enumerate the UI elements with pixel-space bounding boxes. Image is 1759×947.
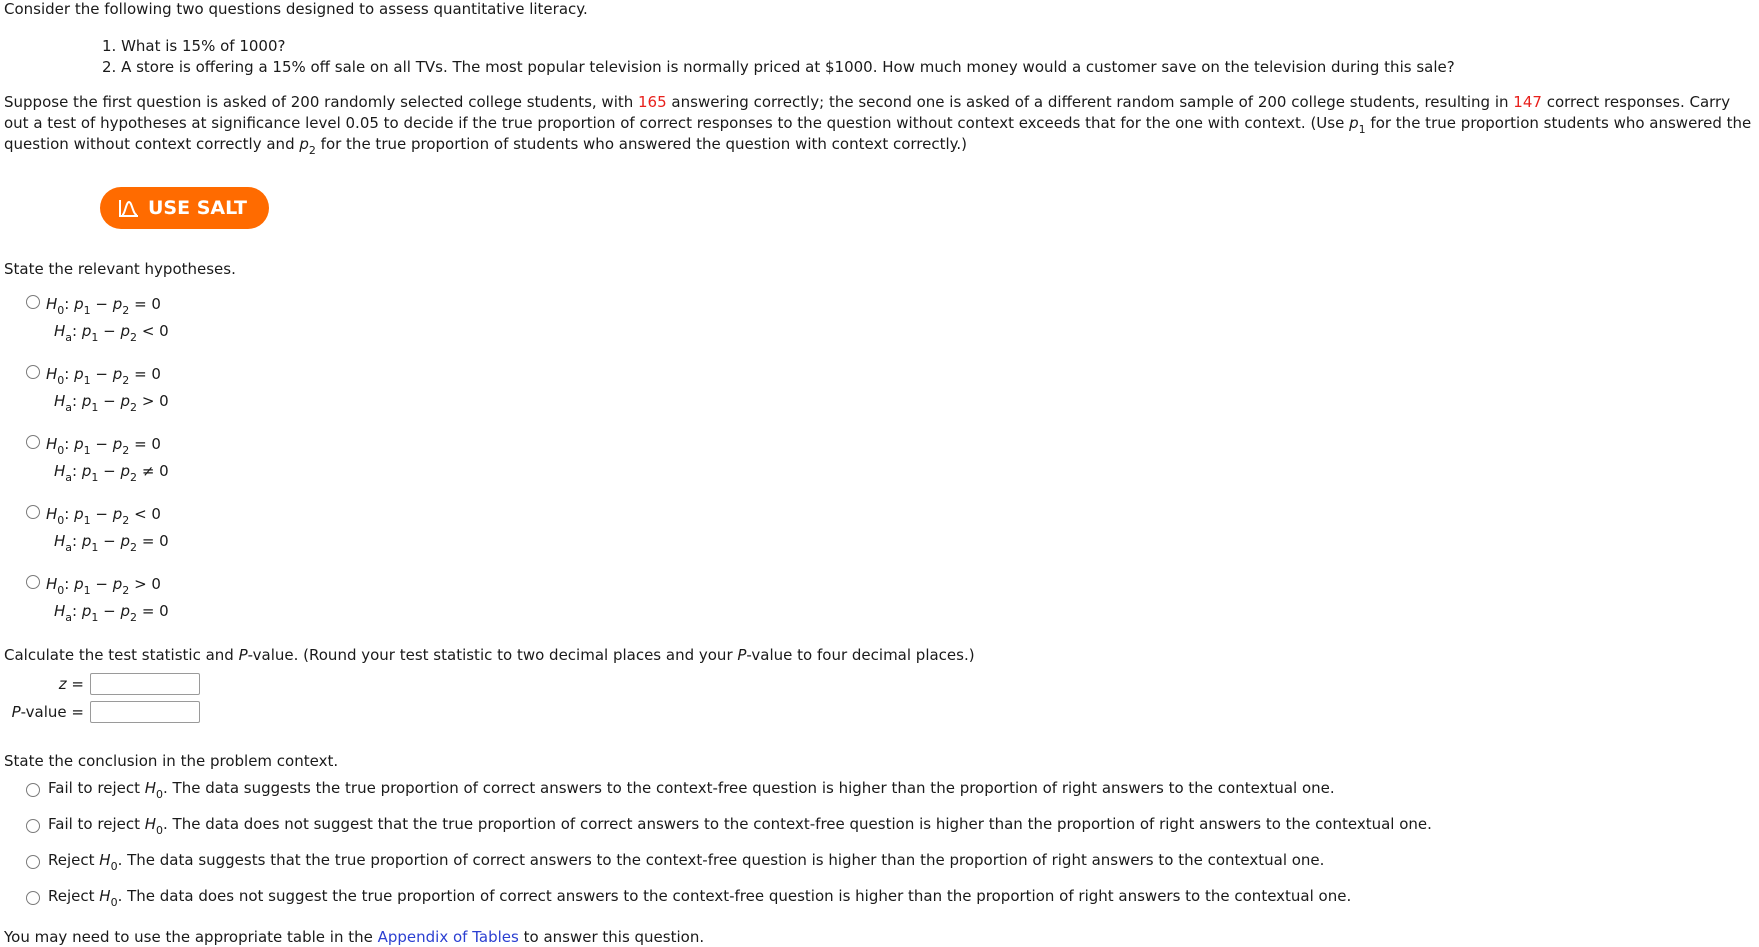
distribution-curve-icon xyxy=(118,198,140,218)
var-p: p xyxy=(299,135,309,153)
alt-hypothesis: Ha: p1 − p2 > 0 xyxy=(54,392,169,414)
problem-text: answering correctly; the second one is a… xyxy=(666,93,1514,111)
z-input[interactable] xyxy=(90,673,200,695)
null-hypothesis: H0: p1 − p2 = 0 xyxy=(46,435,161,457)
operator: < xyxy=(141,322,155,340)
operator: ≠ xyxy=(141,462,155,480)
problem-statement: Suppose the first question is asked of 2… xyxy=(4,92,1754,157)
calc-instructions: Calculate the test statistic and P-value… xyxy=(4,645,1755,665)
operator: = xyxy=(134,295,147,313)
rhs: 0 xyxy=(151,295,161,313)
calc-text: P xyxy=(238,646,248,664)
z-label: z = xyxy=(58,675,84,693)
null-hypothesis: H0: p1 − p2 > 0 xyxy=(46,575,161,597)
hint-text: You may need to use the appropriate tabl… xyxy=(4,928,378,946)
radio-button[interactable] xyxy=(26,435,40,449)
hypothesis-option[interactable]: H0: p1 − p2 = 0 Ha: p1 − p2 < 0 xyxy=(26,291,1755,345)
operator: = xyxy=(141,532,155,550)
alt-hypothesis: Ha: p1 − p2 = 0 xyxy=(54,532,169,554)
null-hypothesis: H0: p1 − p2 = 0 xyxy=(46,365,161,387)
radio-button[interactable] xyxy=(26,819,40,833)
rhs: 0 xyxy=(151,575,161,593)
radio-button[interactable] xyxy=(26,855,40,869)
answer-inputs: z = P-value = xyxy=(4,673,1755,723)
rhs: 0 xyxy=(159,602,169,620)
rhs: 0 xyxy=(159,392,169,410)
conclusion-option[interactable]: Fail to reject H0. The data suggests the… xyxy=(26,779,1755,815)
conclusion-option[interactable]: Fail to reject H0. The data does not sug… xyxy=(26,815,1755,851)
intro-text: Consider the following two questions des… xyxy=(4,0,588,18)
question-item: 2. A store is offering a 15% off sale on… xyxy=(102,58,1455,76)
rhs: 0 xyxy=(151,505,161,523)
use-salt-label: USE SALT xyxy=(148,197,248,219)
var-sub: 2 xyxy=(308,144,316,157)
rhs: 0 xyxy=(159,532,169,550)
operator: = xyxy=(134,365,147,383)
rhs: 0 xyxy=(151,365,161,383)
conclusion-label: State the conclusion in the problem cont… xyxy=(4,752,339,770)
radio-button[interactable] xyxy=(26,505,40,519)
radio-button[interactable] xyxy=(26,575,40,589)
alt-hypothesis: Ha: p1 − p2 = 0 xyxy=(54,602,169,624)
var-p: p xyxy=(1349,114,1359,132)
hypothesis-option[interactable]: H0: p1 − p2 < 0 Ha: p1 − p2 = 0 xyxy=(26,501,1755,555)
pvalue-label: P-value = xyxy=(11,703,84,721)
calc-text: Calculate the test statistic and xyxy=(4,646,239,664)
problem-text: for the true proportion of students who … xyxy=(315,135,968,153)
conclusion-options: Fail to reject H0. The data suggests the… xyxy=(4,779,1755,923)
appendix-hint: You may need to use the appropriate tabl… xyxy=(4,927,1755,947)
conclusion-text: Reject H0. The data does not suggest the… xyxy=(48,887,1352,909)
question-page: Consider the following two questions des… xyxy=(0,0,1759,947)
rhs: 0 xyxy=(159,322,169,340)
question-item: 1. What is 15% of 1000? xyxy=(102,37,286,55)
null-hypothesis: H0: p1 − p2 < 0 xyxy=(46,505,161,527)
operator: = xyxy=(134,435,147,453)
rhs: 0 xyxy=(159,462,169,480)
count-highlight: 147 xyxy=(1513,93,1542,111)
calc-text: -value to four decimal places.) xyxy=(746,646,975,664)
count-highlight: 165 xyxy=(638,93,667,111)
operator: < xyxy=(134,505,147,523)
problem-text: Suppose the first question is asked of 2… xyxy=(4,93,639,111)
conclusion-text: Reject H0. The data suggests that the tr… xyxy=(48,851,1325,873)
null-hypothesis: H0: p1 − p2 = 0 xyxy=(46,295,161,317)
radio-button[interactable] xyxy=(26,891,40,905)
hypothesis-option[interactable]: H0: p1 − p2 = 0 Ha: p1 − p2 ≠ 0 xyxy=(26,431,1755,485)
radio-button[interactable] xyxy=(26,365,40,379)
pvalue-input[interactable] xyxy=(90,701,200,723)
radio-button[interactable] xyxy=(26,295,40,309)
radio-button[interactable] xyxy=(26,783,40,797)
appendix-link[interactable]: Appendix of Tables xyxy=(378,928,519,946)
rhs: 0 xyxy=(151,435,161,453)
hypothesis-option[interactable]: H0: p1 − p2 > 0 Ha: p1 − p2 = 0 xyxy=(26,571,1755,625)
hypotheses-options: H0: p1 − p2 = 0 Ha: p1 − p2 < 0 H0: p1 −… xyxy=(4,291,1755,625)
calc-text: -value. (Round your test statistic to tw… xyxy=(247,646,738,664)
question-list: 1. What is 15% of 1000? 2. A store is of… xyxy=(4,36,1755,78)
alt-hypothesis: Ha: p1 − p2 ≠ 0 xyxy=(54,462,169,484)
hypotheses-label: State the relevant hypotheses. xyxy=(4,260,236,278)
conclusion-text: Fail to reject H0. The data does not sug… xyxy=(48,815,1432,837)
var-sub: 1 xyxy=(1358,123,1366,136)
operator: > xyxy=(134,575,147,593)
conclusion-text: Fail to reject H0. The data suggests the… xyxy=(48,779,1335,801)
use-salt-button[interactable]: USE SALT xyxy=(100,187,270,229)
operator: > xyxy=(141,392,155,410)
hypothesis-option[interactable]: H0: p1 − p2 = 0 Ha: p1 − p2 > 0 xyxy=(26,361,1755,415)
conclusion-option[interactable]: Reject H0. The data does not suggest the… xyxy=(26,887,1755,923)
hint-text: to answer this question. xyxy=(518,928,705,946)
operator: = xyxy=(141,602,155,620)
conclusion-option[interactable]: Reject H0. The data suggests that the tr… xyxy=(26,851,1755,887)
alt-hypothesis: Ha: p1 − p2 < 0 xyxy=(54,322,169,344)
